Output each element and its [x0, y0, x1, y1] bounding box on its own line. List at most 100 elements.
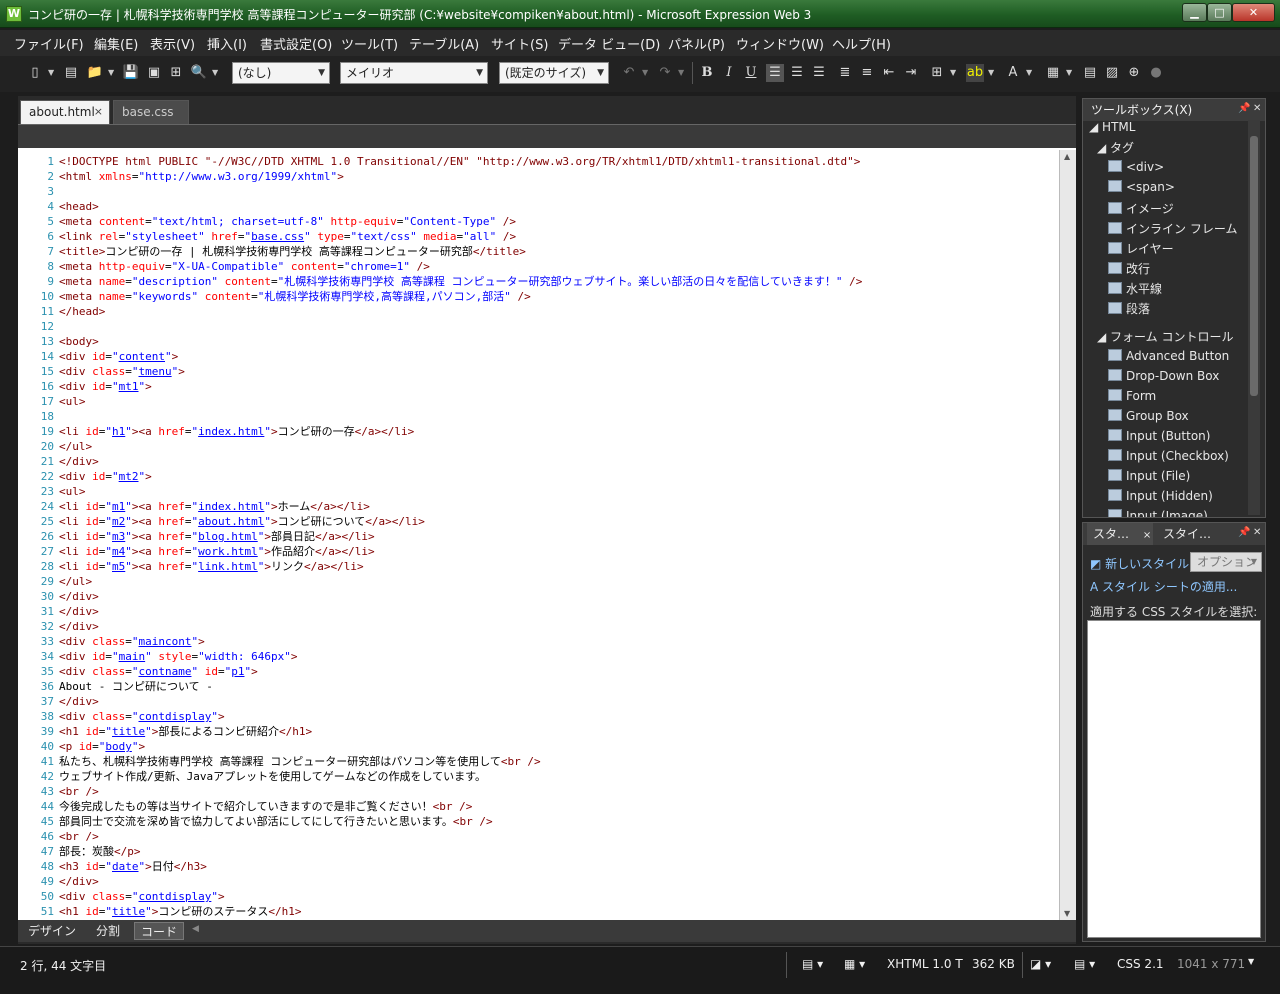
style-app-icon[interactable]: ▦ ▾	[844, 957, 865, 971]
layer-icon[interactable]: ▤	[1081, 64, 1099, 82]
toolbox-item-input-button[interactable]: Input (Button)	[1108, 429, 1210, 443]
open-folder-icon[interactable]: 📁	[86, 64, 104, 82]
toolbox-scrollbar[interactable]	[1248, 120, 1260, 515]
align-center-icon[interactable]: ☰	[788, 64, 806, 82]
decrease-indent-icon[interactable]: ⇤	[880, 64, 898, 82]
italic-button[interactable]: I	[720, 64, 738, 82]
maximize-button[interactable]: □	[1207, 3, 1232, 22]
close-button[interactable]: ✕	[1232, 3, 1275, 22]
insert-picture-icon[interactable]: ▨	[1103, 64, 1121, 82]
save-icon[interactable]: 💾	[122, 64, 140, 82]
toolbox-item-iframe[interactable]: インライン フレーム	[1108, 220, 1237, 237]
attach-stylesheet-link[interactable]: A スタイル シートの適用...	[1090, 578, 1237, 595]
undo-dropdown-icon[interactable]: ▼	[642, 68, 650, 77]
scroll-thumb[interactable]	[1250, 136, 1258, 396]
menu-data-view[interactable]: データ ビュー(D)	[558, 34, 660, 53]
preview-dropdown-icon[interactable]: ▼	[212, 68, 220, 77]
options-dropdown[interactable]: オプション ▼	[1190, 552, 1262, 572]
toolbox-item-div[interactable]: <div>	[1108, 160, 1164, 174]
toolbox-item-input-hidden[interactable]: Input (Hidden)	[1108, 489, 1213, 503]
toolbox-item-layer[interactable]: レイヤー	[1108, 240, 1174, 257]
tab-manage-styles[interactable]: スタイ…	[1157, 523, 1229, 545]
toolbox-item-hr[interactable]: 水平線	[1108, 280, 1162, 297]
undo-icon[interactable]: ↶	[620, 64, 638, 82]
borders-dropdown-icon[interactable]: ▼	[950, 68, 958, 77]
page-size-icon[interactable]: ◪ ▾	[1030, 957, 1051, 971]
new-dropdown-icon[interactable]: ▼	[48, 68, 56, 77]
redo-dropdown-icon[interactable]: ▼	[678, 68, 686, 77]
web-component-icon[interactable]: ⊕	[1125, 64, 1143, 82]
toolbox-item-input-image[interactable]: Input (Image)	[1108, 509, 1208, 517]
css-style-list[interactable]	[1087, 620, 1261, 938]
code-lines[interactable]: <!DOCTYPE html PUBLIC "-//W3C//DTD XHTML…	[59, 154, 1059, 919]
view-design-button[interactable]: デザイン	[22, 922, 82, 940]
increase-indent-icon[interactable]: ⇥	[902, 64, 920, 82]
menu-tools[interactable]: ツール(T)	[341, 34, 398, 53]
align-right-icon[interactable]: ☰	[810, 64, 828, 82]
close-tab-icon[interactable]: ×	[94, 101, 103, 123]
minimize-button[interactable]: ▁	[1182, 3, 1207, 22]
toolbox-item-line-break[interactable]: 改行	[1108, 260, 1150, 277]
redo-icon[interactable]: ↷	[656, 64, 674, 82]
font-color-dropdown-icon[interactable]: ▼	[1026, 68, 1034, 77]
open-site-icon[interactable]: ▤	[62, 64, 80, 82]
expression-web-app-icon[interactable]: W	[6, 6, 22, 22]
toolbox-item-group-box[interactable]: Group Box	[1108, 409, 1189, 423]
menu-file[interactable]: ファイル(F)	[14, 34, 84, 53]
underline-button[interactable]: U	[742, 64, 760, 82]
font-color-icon[interactable]: A	[1004, 64, 1022, 82]
toolbox-group-tags[interactable]: ◢ タグ	[1097, 139, 1134, 156]
scroll-down-icon[interactable]: ▼	[1064, 909, 1070, 918]
stop-icon[interactable]: ●	[1147, 64, 1165, 82]
table-dropdown-icon[interactable]: ▼	[1066, 68, 1074, 77]
menu-insert[interactable]: 挿入(I)	[207, 34, 247, 53]
open-dropdown-icon[interactable]: ▼	[108, 68, 116, 77]
tab-about-html[interactable]: about.html ×	[20, 100, 110, 124]
toolbox-group-forms[interactable]: ◢ フォーム コントロール	[1097, 328, 1234, 345]
save-all-icon[interactable]: ▣	[145, 64, 163, 82]
pin-icon[interactable]: 📌	[1238, 527, 1250, 538]
pin-icon[interactable]: 📌	[1238, 103, 1250, 114]
toolbox-item-span[interactable]: <span>	[1108, 180, 1175, 194]
scroll-up-icon[interactable]: ▲	[1064, 152, 1070, 161]
tab-apply-styles[interactable]: スタ… ×	[1087, 523, 1153, 545]
align-left-icon[interactable]: ☰	[766, 64, 784, 82]
close-icon[interactable]: ✕	[1253, 527, 1261, 538]
menu-format[interactable]: 書式設定(O)	[260, 34, 332, 53]
tab-base-css[interactable]: base.css	[113, 100, 189, 124]
toolbox-item-image[interactable]: イメージ	[1108, 200, 1174, 217]
toolbox-item-dropdown[interactable]: Drop-Down Box	[1108, 369, 1219, 383]
font-combo[interactable]: メイリオ ▼	[340, 62, 488, 84]
toolbox-item-advanced-button[interactable]: Advanced Button	[1108, 349, 1229, 363]
new-document-icon[interactable]: ▯	[26, 64, 44, 82]
size-combo[interactable]: (既定のサイズ) ▼	[499, 62, 609, 84]
code-vertical-scrollbar[interactable]: ▲ ▼	[1059, 150, 1076, 920]
menu-view[interactable]: 表示(V)	[150, 34, 195, 53]
bullet-list-icon[interactable]: ≡	[858, 64, 876, 82]
close-icon[interactable]: ✕	[1253, 103, 1261, 114]
toolbox-item-paragraph[interactable]: 段落	[1108, 300, 1150, 317]
close-tab-icon[interactable]: ×	[1143, 530, 1151, 541]
menu-window[interactable]: ウィンドウ(W)	[736, 34, 824, 53]
toolbox-item-input-file[interactable]: Input (File)	[1108, 469, 1190, 483]
css-version-status[interactable]: CSS 2.1	[1117, 957, 1164, 971]
menu-edit[interactable]: 編集(E)	[94, 34, 138, 53]
menu-help[interactable]: ヘルプ(H)	[832, 34, 891, 53]
view-code-button[interactable]: コード	[134, 922, 185, 940]
view-split-button[interactable]: 分割	[90, 922, 126, 940]
style-combo[interactable]: (なし) ▼	[232, 62, 330, 84]
publish-icon[interactable]: ⊞	[167, 64, 185, 82]
new-style-link[interactable]: ◩ 新しいスタイル...	[1090, 555, 1201, 572]
code-view[interactable]: 1 2 3 4 5 6 7 8 9 10 11 12 13 14 15 16 17 18 19 20 21 22 23 24 2…	[18, 148, 1076, 920]
preview-browser-icon[interactable]: 🔍	[190, 64, 208, 82]
highlight-icon[interactable]: ab	[966, 64, 984, 82]
insert-table-icon[interactable]: ▦	[1044, 64, 1062, 82]
chevron-down-icon[interactable]: ▼	[1248, 957, 1254, 966]
toolbox-item-form[interactable]: Form	[1108, 389, 1156, 403]
doctype-status[interactable]: XHTML 1.0 T	[887, 957, 963, 971]
borders-icon[interactable]: ⊞	[928, 64, 946, 82]
menu-panels[interactable]: パネル(P)	[668, 34, 725, 53]
menu-site[interactable]: サイト(S)	[491, 34, 548, 53]
visual-aids-icon[interactable]: ▤ ▾	[802, 957, 823, 971]
toolbox-group-html[interactable]: ◢ HTML	[1089, 120, 1135, 134]
